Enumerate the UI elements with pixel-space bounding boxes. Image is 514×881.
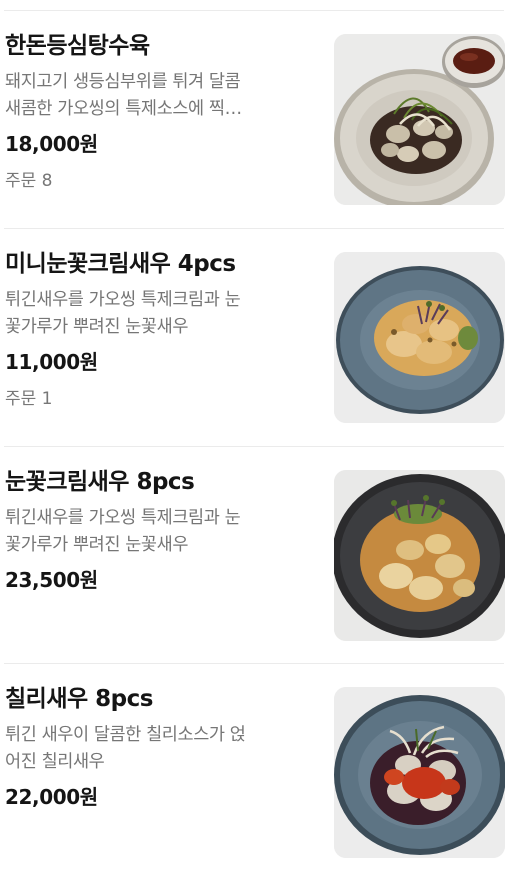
menu-item-description: 튀긴새우를 가오씽 특제크림과 눈 꽃가루가 뿌려진 눈꽃새우 bbox=[5, 287, 297, 341]
menu-item-order-count: 주문 1 bbox=[5, 389, 53, 409]
menu-item-name: 칠리새우 8pcs bbox=[5, 686, 153, 712]
menu-item-description-line: 돼지고기 생등심부위를 튀겨 달콤 bbox=[5, 72, 241, 92]
menu-item-description-line: 꽃가루가 뿌려진 눈꽃새우 bbox=[5, 317, 189, 337]
menu-item-name: 미니눈꽃크림새우 4pcs bbox=[5, 251, 236, 277]
menu-item-description: 튀긴새우를 가오씽 특제크림과 눈 꽃가루가 뿌려진 눈꽃새우 bbox=[5, 505, 297, 559]
menu-item-order-count: 주문 8 bbox=[5, 171, 53, 191]
menu-item-name: 눈꽃크림새우 8pcs bbox=[5, 469, 195, 495]
dish-photo-cream-shrimp-icon bbox=[334, 252, 505, 423]
menu-item-description-line: 튀긴 새우이 달콤한 칠리소스가 얹 bbox=[5, 725, 246, 745]
menu-item-name: 한돈등심탕수육 bbox=[5, 33, 150, 59]
menu-item-description: 돼지고기 생등심부위를 튀겨 달콤 새콤한 가오씽의 특제소스에 찍… bbox=[5, 69, 297, 123]
menu-item-image[interactable] bbox=[334, 687, 505, 858]
menu-item-price: 23,500원 bbox=[5, 568, 98, 592]
menu-item-image[interactable] bbox=[334, 470, 505, 641]
menu-item-description-line: 튀긴새우를 가오씽 특제크림과 눈 bbox=[5, 508, 241, 528]
menu-item-description-line: 튀긴새우를 가오씽 특제크림과 눈 bbox=[5, 290, 241, 310]
menu-item-description-line: 새콤한 가오씽의 특제소스에 찍… bbox=[5, 99, 242, 119]
dish-photo-sweet-sour-pork-icon bbox=[334, 34, 505, 205]
menu-item-image[interactable] bbox=[334, 34, 505, 205]
menu-item-cream-shrimp[interactable]: 눈꽃크림새우 8pcs 튀긴새우를 가오씽 특제크림과 눈 꽃가루가 뿌려진 눈… bbox=[0, 447, 514, 664]
menu-item-price: 11,000원 bbox=[5, 350, 98, 374]
menu-item-chili-shrimp[interactable]: 칠리새우 8pcs 튀긴 새우이 달콤한 칠리소스가 얹 어진 칠리새우 22,… bbox=[0, 664, 514, 881]
dish-photo-cream-shrimp-large-icon bbox=[334, 470, 505, 641]
menu-item-description-line: 어진 칠리새우 bbox=[5, 752, 105, 772]
menu-item-description-line: 꽃가루가 뿌려진 눈꽃새우 bbox=[5, 535, 189, 555]
menu-list: 한돈등심탕수육 돼지고기 생등심부위를 튀겨 달콤 새콤한 가오씽의 특제소스에… bbox=[0, 0, 514, 877]
menu-item-price: 18,000원 bbox=[5, 132, 98, 156]
menu-item-price: 22,000원 bbox=[5, 785, 98, 809]
menu-item-sweet-sour-pork[interactable]: 한돈등심탕수육 돼지고기 생등심부위를 튀겨 달콤 새콤한 가오씽의 특제소스에… bbox=[0, 11, 514, 228]
menu-item-mini-cream-shrimp[interactable]: 미니눈꽃크림새우 4pcs 튀긴새우를 가오씽 특제크림과 눈 꽃가루가 뿌려진… bbox=[0, 229, 514, 446]
menu-item-description: 튀긴 새우이 달콤한 칠리소스가 얹 어진 칠리새우 bbox=[5, 722, 297, 776]
dish-photo-chili-shrimp-icon bbox=[334, 687, 505, 858]
menu-item-image[interactable] bbox=[334, 252, 505, 423]
